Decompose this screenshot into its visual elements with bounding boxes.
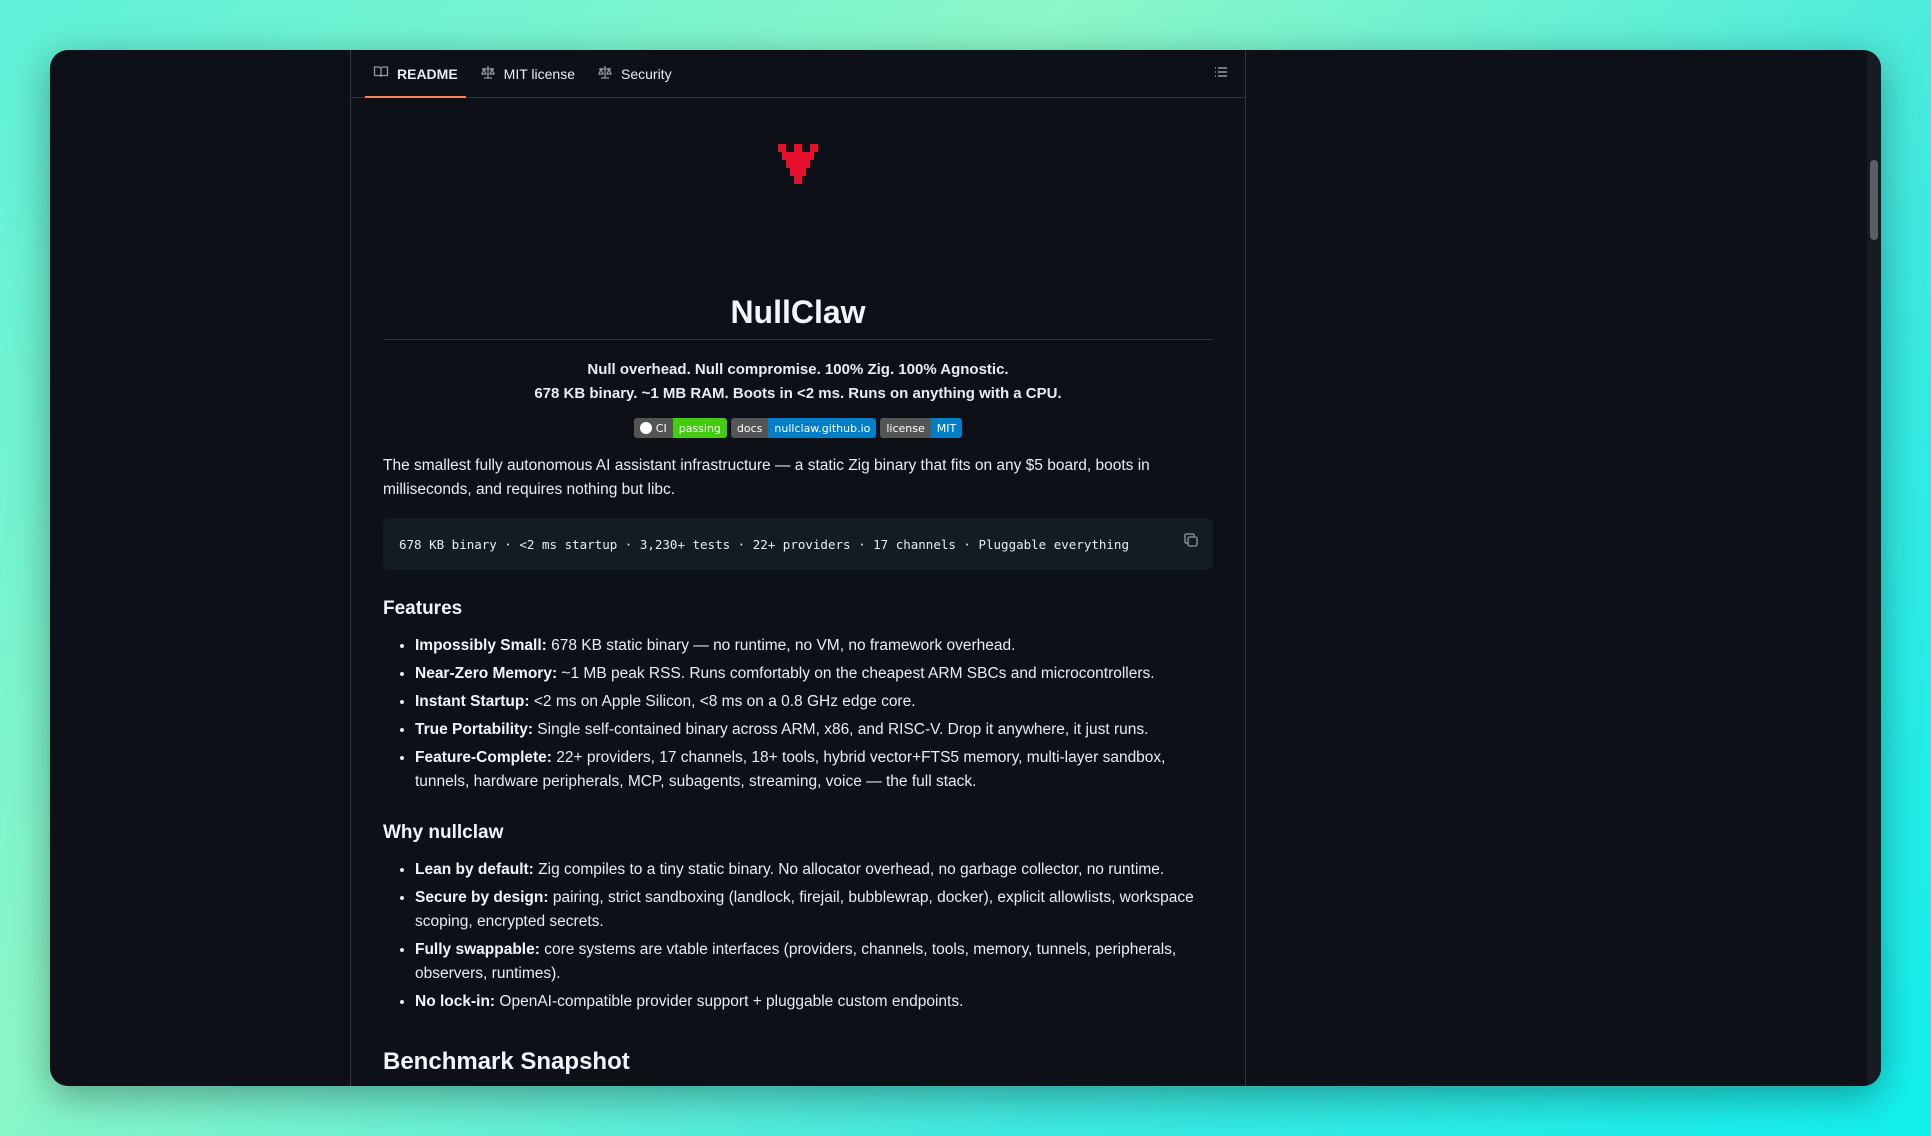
feature-label: Feature-Complete:: [415, 749, 552, 766]
why-list: Lean by default: Zig compiles to a tiny …: [383, 858, 1213, 1014]
tab-security[interactable]: Security: [589, 50, 680, 97]
docs-badge[interactable]: docs nullclaw.github.io: [730, 418, 877, 438]
features-list: Impossibly Small: 678 KB static binary —…: [383, 634, 1213, 794]
readme-tabs: README MIT license Security: [351, 50, 1245, 98]
list-icon: [1213, 64, 1229, 85]
list-item: Instant Startup: <2 ms on Apple Silicon,…: [415, 690, 1213, 714]
ci-badge-left: CI: [633, 418, 673, 438]
code-block: 678 KB binary · <2 ms startup · 3,230+ t…: [383, 518, 1213, 570]
intro-paragraph: The smallest fully autonomous AI assista…: [383, 457, 1150, 498]
list-item: True Portability: Single self-contained …: [415, 718, 1213, 742]
list-item: Impossibly Small: 678 KB static binary —…: [415, 634, 1213, 658]
why-label: No lock-in:: [415, 993, 496, 1010]
tab-mit-license[interactable]: MIT license: [472, 50, 583, 97]
feature-text: 678 KB static binary — no runtime, no VM…: [546, 637, 1016, 654]
list-item: Secure by design: pairing, strict sandbo…: [415, 886, 1213, 934]
tagline-line-2: 678 KB binary. ~1 MB RAM. Boots in <2 ms…: [534, 385, 1062, 402]
scale-icon: [480, 64, 496, 83]
scale-icon: [597, 64, 613, 83]
claw-logo-icon: [778, 144, 818, 184]
why-label: Fully swappable:: [415, 941, 540, 958]
docs-badge-value: nullclaw.github.io: [768, 418, 877, 438]
readme-content: NullClaw Null overhead. Null compromise.…: [351, 144, 1245, 1076]
scrollbar[interactable]: [1867, 50, 1881, 1086]
feature-text: Single self-contained binary across ARM,…: [533, 721, 1149, 738]
list-item: Fully swappable: core systems are vtable…: [415, 938, 1213, 986]
badge-row: CI passing docs nullclaw.github.io licen…: [383, 418, 1213, 438]
tab-readme-label: README: [397, 65, 458, 82]
features-heading: Features: [383, 598, 463, 619]
copy-icon[interactable]: [1183, 532, 1199, 548]
why-heading: Why nullclaw: [383, 822, 504, 843]
license-badge-value: MIT: [930, 418, 963, 438]
tab-security-label: Security: [621, 65, 672, 82]
scrollbar-thumb[interactable]: [1870, 160, 1878, 240]
page-title: NullClaw: [383, 294, 1213, 340]
feature-label: Near-Zero Memory:: [415, 665, 558, 682]
ci-badge-label: CI: [655, 421, 667, 435]
feature-text: <2 ms on Apple Silicon, <8 ms on a 0.8 G…: [529, 693, 916, 710]
list-item: No lock-in: OpenAI-compatible provider s…: [415, 990, 1213, 1014]
logo: [383, 144, 1213, 184]
tagline-line-1: Null overhead. Null compromise. 100% Zig…: [587, 361, 1009, 378]
license-badge-label: license: [880, 418, 931, 438]
list-item: Feature-Complete: 22+ providers, 17 chan…: [415, 746, 1213, 794]
feature-label: True Portability:: [415, 721, 533, 738]
ci-badge-status: passing: [672, 418, 727, 438]
docs-badge-label: docs: [730, 418, 769, 438]
feature-label: Instant Startup:: [415, 693, 530, 710]
tab-readme[interactable]: README: [365, 50, 466, 98]
tab-mit-license-label: MIT license: [503, 65, 575, 82]
why-text: Zig compiles to a tiny static binary. No…: [533, 861, 1165, 878]
license-badge[interactable]: license MIT: [880, 418, 963, 438]
readme-panel: README MIT license Security NullClaw Nul…: [350, 50, 1246, 1086]
feature-label: Impossibly Small:: [415, 637, 547, 654]
why-label: Lean by default:: [415, 861, 534, 878]
list-item: Lean by default: Zig compiles to a tiny …: [415, 858, 1213, 882]
browser-window: README MIT license Security NullClaw Nul…: [50, 50, 1881, 1086]
tagline: Null overhead. Null compromise. 100% Zig…: [383, 358, 1213, 406]
why-text: OpenAI-compatible provider support + plu…: [495, 993, 964, 1010]
code-text: 678 KB binary · <2 ms startup · 3,230+ t…: [399, 536, 1129, 552]
book-icon: [373, 64, 389, 83]
feature-text: ~1 MB peak RSS. Runs comfortably on the …: [557, 665, 1155, 682]
why-label: Secure by design:: [415, 889, 549, 906]
outline-toggle-button[interactable]: [1211, 64, 1231, 84]
benchmark-heading: Benchmark Snapshot: [383, 1048, 630, 1075]
github-icon: [639, 422, 652, 434]
list-item: Near-Zero Memory: ~1 MB peak RSS. Runs c…: [415, 662, 1213, 686]
ci-badge[interactable]: CI passing: [633, 418, 727, 438]
